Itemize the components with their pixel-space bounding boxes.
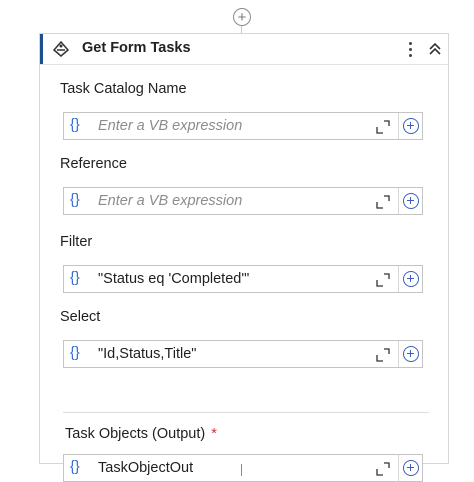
field-label-task-catalog-name: Task Catalog Name — [60, 81, 187, 97]
filter-input[interactable]: {} "Status eq 'Completed'" — [63, 265, 423, 293]
add-variable-button[interactable] — [398, 188, 423, 214]
add-variable-button[interactable] — [398, 113, 423, 139]
add-activity-icon[interactable]: + — [233, 8, 251, 26]
add-variable-icon[interactable] — [403, 193, 419, 209]
input-placeholder: Enter a VB expression — [98, 193, 243, 209]
add-variable-icon[interactable] — [403, 346, 419, 362]
input-value: TaskObjectOut — [98, 460, 194, 476]
field-label-filter: Filter — [60, 234, 93, 250]
more-options-icon[interactable] — [402, 38, 418, 60]
expression-icon: {} — [70, 270, 80, 286]
add-variable-icon[interactable] — [403, 460, 419, 476]
activity-body: Task Catalog Name {} Enter a VB expressi… — [60, 64, 430, 482]
expand-editor-icon[interactable] — [376, 462, 390, 476]
activity-card: Get Form Tasks Task Catalog Name {} Ente… — [39, 33, 449, 482]
reference-input[interactable]: {} Enter a VB expression — [63, 187, 423, 215]
expression-icon: {} — [70, 117, 80, 133]
expand-editor-icon[interactable] — [376, 120, 390, 134]
activity-title: Get Form Tasks — [82, 40, 191, 56]
expression-icon: {} — [70, 459, 80, 475]
expression-icon: {} — [70, 345, 80, 361]
input-placeholder: Enter a VB expression — [98, 118, 243, 134]
expression-icon: {} — [70, 192, 80, 208]
section-divider — [63, 412, 429, 413]
add-variable-icon[interactable] — [403, 271, 419, 287]
input-value: "Id,Status,Title" — [98, 346, 197, 362]
task-catalog-name-input[interactable]: {} Enter a VB expression — [63, 112, 423, 140]
activity-type-icon — [52, 41, 70, 57]
field-label-reference: Reference — [60, 156, 127, 172]
input-value: "Status eq 'Completed'" — [98, 271, 250, 287]
activity-header[interactable]: Get Form Tasks — [40, 34, 448, 65]
expand-editor-icon[interactable] — [376, 273, 390, 287]
add-variable-button[interactable] — [398, 341, 423, 367]
required-marker: * — [211, 426, 217, 442]
add-variable-button[interactable] — [398, 455, 423, 481]
add-variable-button[interactable] — [398, 266, 423, 292]
output-label-text: Task Objects (Output) — [65, 426, 206, 442]
select-input[interactable]: {} "Id,Status,Title" — [63, 340, 423, 368]
collapse-icon[interactable] — [427, 40, 443, 58]
field-label-select: Select — [60, 309, 101, 325]
add-variable-icon[interactable] — [403, 118, 419, 134]
header-accent-bar — [40, 34, 43, 64]
expand-editor-icon[interactable] — [376, 195, 390, 209]
expand-editor-icon[interactable] — [376, 348, 390, 362]
task-objects-output-input[interactable]: {} TaskObjectOut — [63, 454, 423, 482]
connector-line — [241, 464, 242, 476]
field-label-task-objects-output: Task Objects (Output) * — [65, 426, 217, 442]
